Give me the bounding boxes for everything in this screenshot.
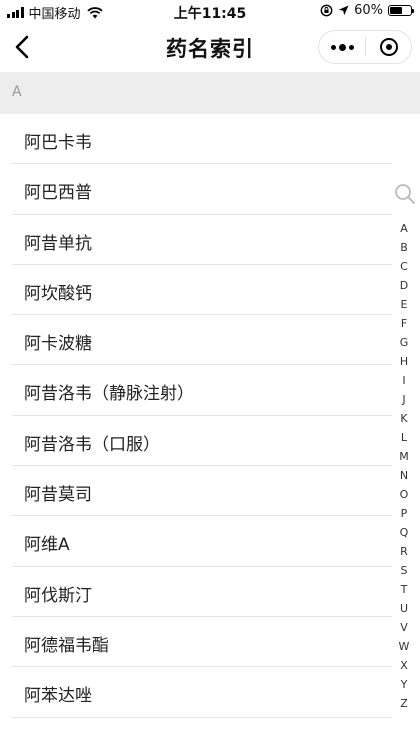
index-letter-q[interactable]: Q <box>392 523 416 542</box>
drug-name: 阿德福韦酯 <box>24 635 109 656</box>
drug-list: 阿巴卡韦 阿巴西普 阿昔单抗 阿坎酸钙 阿卡波糖 阿昔洛韦（静脉注射） 阿昔洛韦… <box>0 114 420 718</box>
index-letter-l[interactable]: L <box>392 428 416 447</box>
location-icon <box>338 5 349 16</box>
index-letter-o[interactable]: O <box>392 485 416 504</box>
index-letter-z[interactable]: Z <box>392 694 416 713</box>
status-right: 60% <box>320 3 414 18</box>
index-letter-b[interactable]: B <box>392 238 416 257</box>
drug-name: 阿巴卡韦 <box>24 133 92 153</box>
index-letter-k[interactable]: K <box>392 409 416 428</box>
index-letter-g[interactable]: G <box>392 333 416 352</box>
index-letter-c[interactable]: C <box>392 257 416 276</box>
drug-name: 阿卡波糖 <box>24 334 92 355</box>
index-letter-u[interactable]: U <box>392 599 416 618</box>
list-item[interactable]: 阿昔莫司 <box>0 466 420 517</box>
mini-program-capsule <box>318 30 412 64</box>
search-icon[interactable] <box>393 182 417 206</box>
drug-name: 阿昔单抗 <box>24 233 92 254</box>
drug-name: 阿巴西普 <box>24 183 92 204</box>
index-letter-a[interactable]: A <box>392 219 416 238</box>
rotation-lock-icon <box>320 4 333 17</box>
index-letter-m[interactable]: M <box>392 447 416 466</box>
index-letter-j[interactable]: J <box>392 390 416 409</box>
index-letter-n[interactable]: N <box>392 466 416 485</box>
battery-fill <box>390 7 402 14</box>
drug-name: 阿坎酸钙 <box>24 283 92 304</box>
index-letter-v[interactable]: V <box>392 618 416 637</box>
index-letter-f[interactable]: F <box>392 314 416 333</box>
drug-name: 阿昔莫司 <box>24 485 92 506</box>
alphabet-index[interactable]: ABCDEFGHIJKLMNOPQRSTUVWXYZ <box>392 219 416 713</box>
index-letter-x[interactable]: X <box>392 656 416 675</box>
more-dots-icon[interactable] <box>319 31 365 63</box>
index-letter-p[interactable]: P <box>392 504 416 523</box>
index-letter-h[interactable]: H <box>392 352 416 371</box>
list-item[interactable]: 阿昔洛韦（静脉注射） <box>0 365 420 417</box>
index-letter-w[interactable]: W <box>392 637 416 656</box>
list-item[interactable]: 阿德福韦酯 <box>0 617 420 668</box>
index-letter-e[interactable]: E <box>392 295 416 314</box>
index-letter-y[interactable]: Y <box>392 675 416 694</box>
index-letter-t[interactable]: T <box>392 580 416 599</box>
drug-name: 阿苯达唑 <box>24 686 92 707</box>
list-item[interactable]: 阿苯达唑 <box>0 667 420 718</box>
index-letter-d[interactable]: D <box>392 276 416 295</box>
list-item[interactable]: 阿卡波糖 <box>0 315 420 366</box>
close-button[interactable] <box>366 38 411 56</box>
drug-name: 阿昔洛韦（口服） <box>24 434 160 455</box>
battery-icon <box>388 5 414 16</box>
list-item[interactable]: 阿伐斯汀 <box>0 567 420 618</box>
index-letter-r[interactable]: R <box>392 542 416 561</box>
list-item[interactable]: 阿昔洛韦（口服） <box>0 416 420 467</box>
nav-bar: 药名索引 <box>0 24 420 70</box>
list-item[interactable]: 阿巴卡韦 <box>0 114 420 165</box>
drug-name: 阿伐斯汀 <box>24 585 92 606</box>
list-item[interactable]: 阿坎酸钙 <box>0 265 420 316</box>
battery-percent: 60% <box>354 3 383 18</box>
list-item[interactable]: 阿昔单抗 <box>0 215 420 266</box>
target-close-icon <box>379 38 398 56</box>
section-letter: A <box>12 84 22 100</box>
drug-name: 阿维A <box>24 535 70 556</box>
status-bar: 中国移动 上午11:45 60% <box>0 0 420 24</box>
drug-name: 阿昔洛韦（静脉注射） <box>24 384 194 405</box>
index-letter-i[interactable]: I <box>392 371 416 390</box>
list-item[interactable]: 阿巴西普 <box>0 164 420 215</box>
section-header: A <box>0 72 420 114</box>
index-letter-s[interactable]: S <box>392 561 416 580</box>
list-item[interactable]: 阿维A <box>0 516 420 567</box>
